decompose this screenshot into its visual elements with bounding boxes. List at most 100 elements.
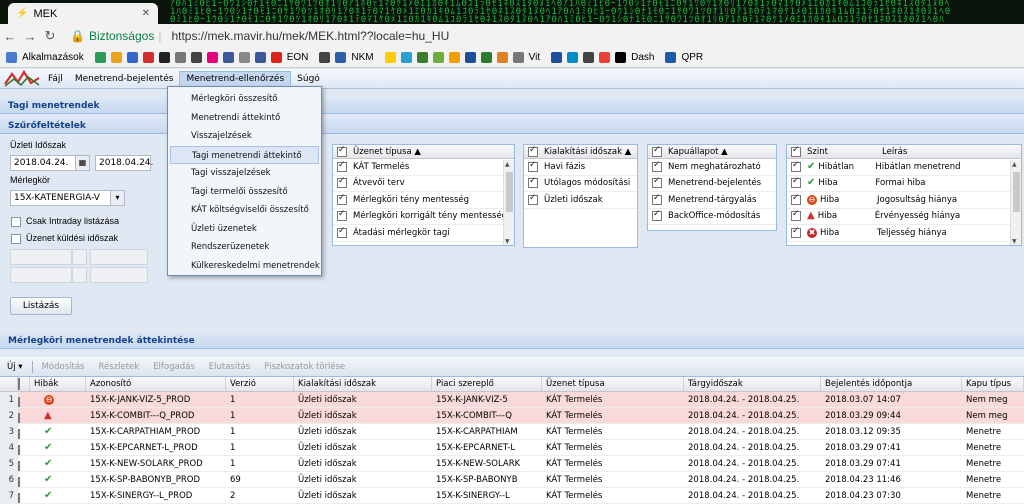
bookmark-icon[interactable] [448,52,460,63]
bookmark-label[interactable]: EON [287,52,309,63]
table-row[interactable]: 5 ✔ 15X-K-NEW-SOLARK_PROD 1 Üzleti időszak 15… [0,456,1024,472]
bookmark-icon[interactable] [480,52,492,63]
row-checkbox[interactable] [18,397,20,407]
bookmark-icon[interactable] [222,52,234,63]
bookmark-icon[interactable] [94,52,106,63]
row-checkbox[interactable] [652,176,662,189]
dropdown-item[interactable]: Visszajelzések [168,127,321,146]
reload-icon[interactable]: ↻ [40,28,60,44]
bookmark-icon[interactable] [319,52,331,63]
select-all-checkbox[interactable] [652,145,662,157]
calendar-icon[interactable]: ▦ [75,155,90,171]
bookmark-icon[interactable] [432,52,444,63]
row-checkbox[interactable] [652,160,662,172]
select-all-checkbox[interactable] [337,145,347,157]
back-arrow-icon[interactable]: ← [0,29,20,44]
bookmark-label[interactable]: Dash [631,52,654,63]
row-checkbox-cell[interactable] [18,440,30,455]
bookmark-label[interactable]: NKM [351,52,373,63]
row-checkbox[interactable] [18,493,20,503]
bookmark-icon[interactable] [615,52,627,63]
url-field[interactable]: 🔒 Biztonságos | https://mek.mavir.hu/mek… [70,29,449,43]
column-header[interactable]: Azonosító [86,377,226,391]
column-header[interactable]: Tárgyidőszak [684,377,821,391]
bookmark-icon[interactable] [254,52,266,63]
row-checkbox[interactable] [652,193,662,205]
column-header[interactable]: Verzió [226,377,294,391]
column-header[interactable]: Kapu típus [962,377,1024,391]
row-checkbox-cell[interactable] [18,488,30,503]
date-from-field[interactable]: 2018.04.24. [10,155,76,171]
toolbar-button[interactable]: Új ▾ [0,362,30,372]
chevron-down-icon[interactable]: ▾ [110,190,125,206]
grid-row[interactable]: Menetrend-bejelentés [648,176,776,192]
select-all-checkbox[interactable] [18,378,20,390]
table-row[interactable]: 4 ✔ 15X-K-EPCARNET-L_PROD 1 Üzleti időszak 15… [0,440,1024,456]
bookmark-icon[interactable] [384,52,396,63]
table-row[interactable]: 3 ✔ 15X-K-CARPATHIAM_PROD 1 Üzleti időszak 15… [0,424,1024,440]
grid-row[interactable]: ▲Hiba Érvényesség hiánya [787,209,1021,225]
grid-row[interactable]: Mérlegköri korrigált tény mentesség [333,209,514,225]
column-header[interactable]: Üzenet típusa [542,377,684,391]
column-header[interactable]: Kialakítási időszak [294,377,432,391]
panel-title-szurofeltetelek[interactable]: Szűrőfeltételek [0,118,1024,134]
row-checkbox[interactable] [337,160,347,172]
dropdown-item[interactable]: Tagi termelői összesítő [168,183,321,202]
row-checkbox[interactable] [791,193,801,205]
grid-row[interactable]: Utólagos módosítási [524,176,637,192]
bookmark-icon[interactable] [142,52,154,63]
bookmark-icon[interactable] [110,52,122,63]
row-checkbox[interactable] [791,209,801,222]
grid-row[interactable]: ⊖Hiba Jogosultság hiánya [787,192,1021,209]
table-row[interactable]: 6 ✔ 15X-K-SP-BABONYB_PROD 69 Üzleti időszak 1… [0,472,1024,488]
grid-row[interactable]: Nem meghatározható [648,159,776,176]
row-checkbox[interactable] [528,193,538,205]
select-all-checkbox[interactable] [528,145,538,157]
intraday-checkbox[interactable] [11,217,21,227]
grid-row[interactable]: Átvevői terv [333,176,514,192]
bookmark-icon[interactable] [335,52,347,63]
bookmark-icon[interactable] [496,52,508,63]
bookmark-icon[interactable] [551,52,563,63]
menu-menetrend-bejelentes[interactable]: Menetrend-bejelentés [69,72,180,86]
bookmark-icon[interactable] [665,52,677,63]
row-checkbox[interactable] [337,176,347,189]
merlegkor-select[interactable]: 15X-KATENERGIA-V [10,190,111,206]
bookmark-icon[interactable] [400,52,412,63]
grid-row[interactable]: Üzleti időszak [524,192,637,209]
select-all-checkbox[interactable] [791,145,801,157]
browser-tab[interactable]: ⚡ MEK ✕ [8,3,158,24]
bookmark-icon[interactable] [512,52,524,63]
close-icon[interactable]: ✕ [142,8,150,19]
grid-row[interactable]: BackOffice-módosítás [648,209,776,225]
row-checkbox[interactable] [337,193,347,205]
row-checkbox[interactable] [528,176,538,189]
row-checkbox[interactable] [528,160,538,172]
uzenet-kuldesi-checkbox[interactable] [11,234,21,244]
bookmark-icon[interactable] [190,52,202,63]
row-checkbox[interactable] [337,209,347,222]
row-checkbox-cell[interactable] [18,424,30,439]
grid-row[interactable]: KÁT Termelés [333,159,514,176]
bookmark-icon[interactable] [567,52,579,63]
grid-row[interactable]: Átadási mérlegkör tagi [333,225,514,242]
column-header[interactable]: Piaci szereplő [432,377,542,391]
menu-menetrend-ellenorzes[interactable]: Menetrend-ellenőrzés [179,70,292,87]
column-header[interactable]: Szint [807,147,882,157]
dropdown-item[interactable]: Tagi menetrendi áttekintő [170,145,319,164]
table-row[interactable]: 1 ⊖ 15X-K-JANK-VIZ-5_PROD 1 Üzleti időszak 15… [0,392,1024,408]
bookmark-label[interactable]: Vit [529,52,541,63]
bookmark-icon[interactable] [270,52,282,63]
row-checkbox-cell[interactable] [18,472,30,487]
bookmark-label[interactable]: Alkalmazások [22,52,84,63]
column-header[interactable] [18,377,30,391]
row-checkbox[interactable] [18,429,20,439]
row-checkbox[interactable] [18,413,20,423]
column-header[interactable]: Bejelentés időpontja [821,377,962,391]
row-checkbox[interactable] [791,160,801,172]
dropdown-item[interactable]: Rendszerüzenetek [168,238,321,257]
scrollbar[interactable]: ▲ ▼ [503,160,514,245]
dropdown-item[interactable]: Üzleti üzenetek [168,220,321,239]
dropdown-item[interactable]: Menetrendi áttekintő [168,109,321,128]
scrollbar[interactable]: ▲ ▼ [1010,160,1021,245]
